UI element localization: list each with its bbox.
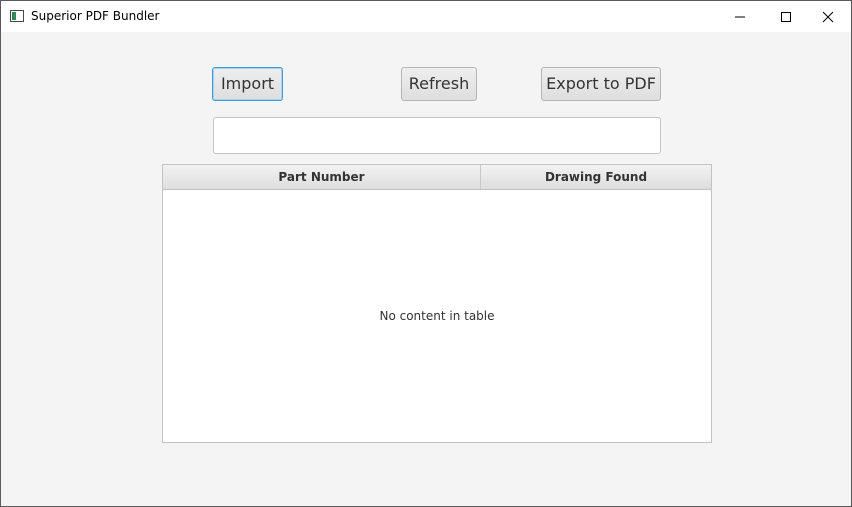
app-window: Superior PDF Bundler Import Refresh Expo… bbox=[0, 0, 852, 507]
maximize-button[interactable] bbox=[763, 1, 809, 32]
minimize-button[interactable] bbox=[717, 1, 763, 32]
window-title: Superior PDF Bundler bbox=[31, 9, 160, 23]
refresh-button[interactable]: Refresh bbox=[401, 67, 477, 101]
column-header-drawing-found[interactable]: Drawing Found bbox=[481, 165, 711, 189]
export-to-pdf-button[interactable]: Export to PDF bbox=[541, 67, 661, 101]
app-icon bbox=[10, 10, 24, 22]
close-icon bbox=[822, 11, 834, 23]
maximize-icon bbox=[781, 12, 791, 22]
title-bar[interactable]: Superior PDF Bundler bbox=[1, 1, 851, 32]
import-button[interactable]: Import bbox=[212, 67, 283, 101]
minimize-icon bbox=[735, 16, 745, 18]
parts-table[interactable]: Part Number Drawing Found No content in … bbox=[162, 164, 712, 443]
table-empty-placeholder: No content in table bbox=[379, 309, 495, 323]
table-header: Part Number Drawing Found bbox=[163, 165, 711, 190]
column-header-part-number[interactable]: Part Number bbox=[163, 165, 481, 189]
close-button[interactable] bbox=[805, 1, 851, 32]
path-input[interactable] bbox=[213, 117, 661, 154]
